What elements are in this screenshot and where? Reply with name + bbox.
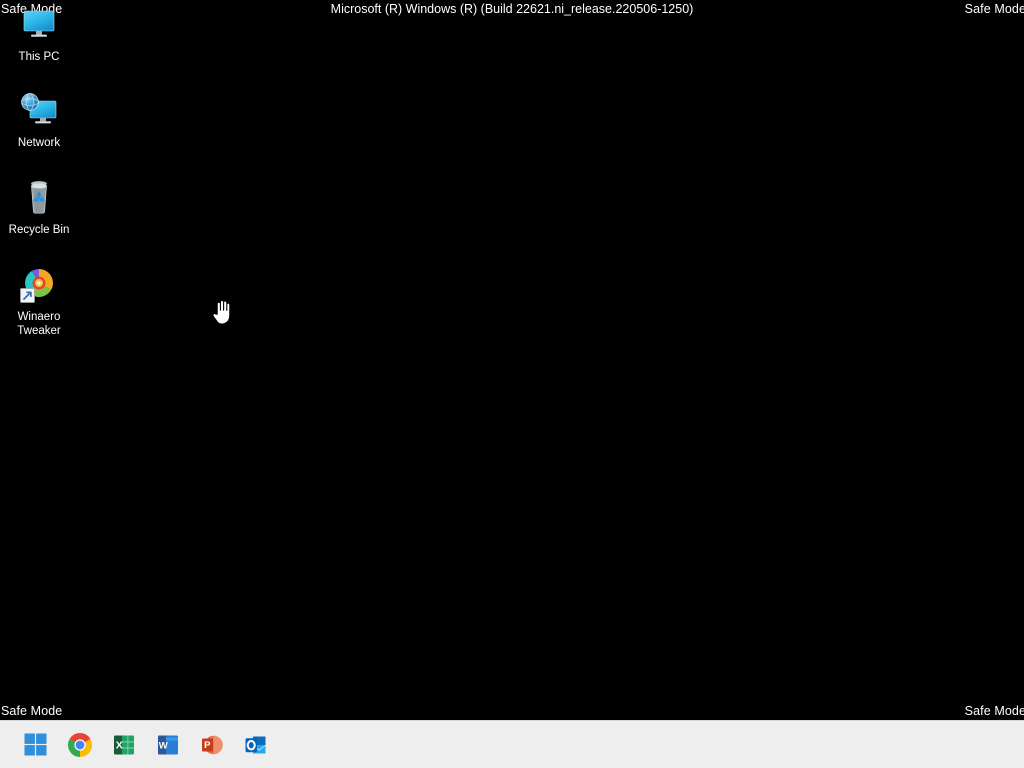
hand-cursor <box>209 297 237 327</box>
desktop-icon-label: Winaero Tweaker <box>0 310 78 338</box>
safe-mode-label-bottom-left: Safe Mode <box>1 704 63 718</box>
desktop-icon-winaero-tweaker[interactable]: Winaero Tweaker <box>0 264 78 338</box>
powerpoint-button[interactable]: P <box>190 723 234 767</box>
desktop-icon-label-line1: Winaero <box>17 311 61 323</box>
svg-text:X: X <box>116 739 123 751</box>
windows-build-string: Microsoft (R) Windows (R) (Build 22621.n… <box>330 2 694 16</box>
recycle-bin-icon <box>0 177 78 223</box>
outlook-button[interactable] <box>234 723 278 767</box>
desktop-icon-network[interactable]: Network <box>0 90 78 150</box>
taskbar: X W P <box>0 720 1024 768</box>
svg-text:W: W <box>159 740 168 751</box>
word-button[interactable]: W <box>146 723 190 767</box>
desktop-icon-this-pc[interactable]: This PC <box>0 4 78 64</box>
monitor-icon <box>0 4 78 50</box>
winaero-icon <box>0 264 78 310</box>
desktop-icon-recycle-bin[interactable]: Recycle Bin <box>0 177 78 237</box>
desktop-icon-label: Network <box>17 137 61 149</box>
start-button[interactable] <box>14 723 58 767</box>
desktop-icon-label: This PC <box>18 51 60 63</box>
desktop-icon-label: Recycle Bin <box>8 224 70 236</box>
excel-button[interactable]: X <box>102 723 146 767</box>
network-icon <box>0 90 78 136</box>
safe-mode-label-bottom-right: Safe Mode <box>964 704 1024 718</box>
desktop-icon-label-line2: Tweaker <box>17 325 61 337</box>
desktop-screen: Safe Mode Safe Mode Safe Mode Safe Mode … <box>0 0 1024 768</box>
svg-text:P: P <box>204 740 211 751</box>
chrome-button[interactable] <box>58 723 102 767</box>
